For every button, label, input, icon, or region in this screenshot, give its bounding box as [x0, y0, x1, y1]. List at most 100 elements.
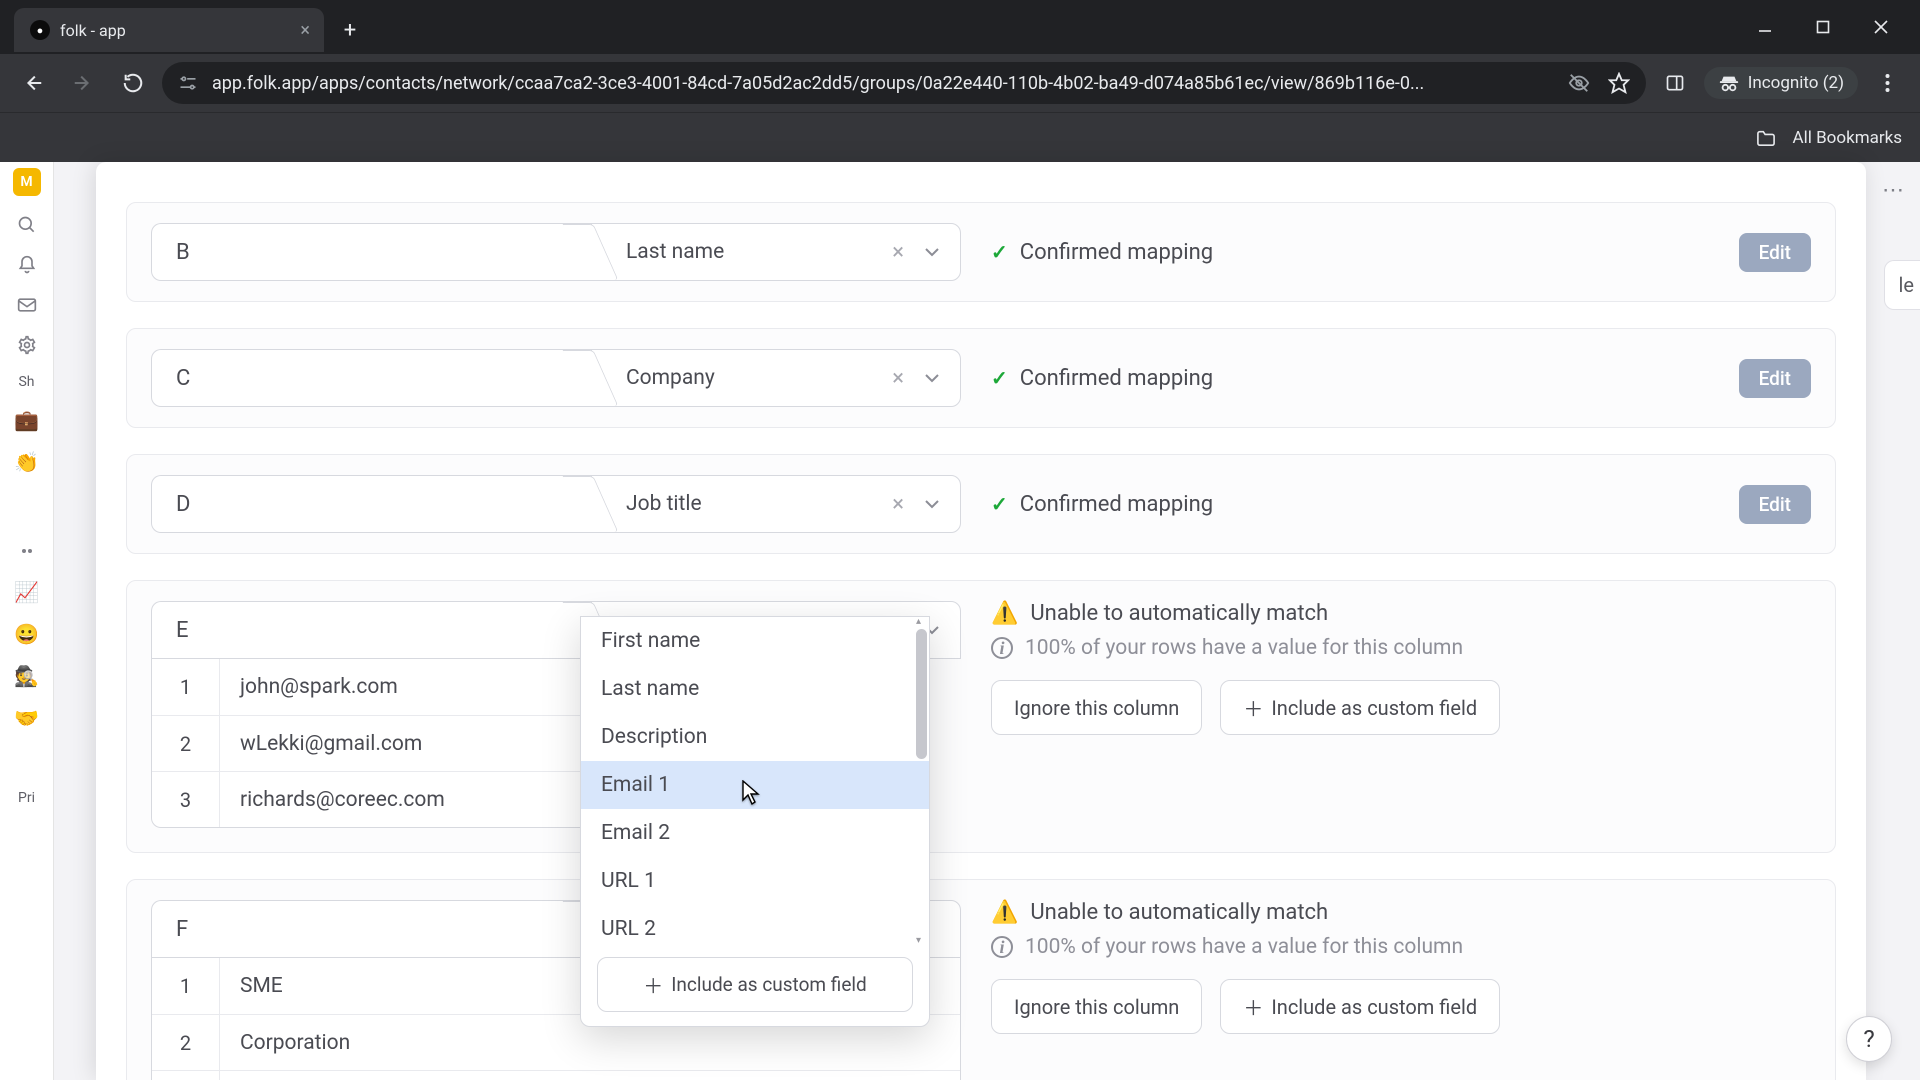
browser-tab[interactable]: ● folk - app × — [14, 8, 324, 52]
sidebar-item-emoji-1[interactable]: 💼 — [14, 408, 39, 432]
eye-off-icon[interactable] — [1568, 72, 1590, 94]
dropdown-scrollbar[interactable] — [916, 629, 927, 759]
dots-icon[interactable] — [16, 540, 38, 562]
site-settings-icon[interactable] — [178, 73, 198, 93]
chevron-down-icon[interactable] — [922, 373, 942, 383]
status-info: i 100% of your rows have a value for thi… — [991, 636, 1811, 660]
include-custom-field-button[interactable]: ＋Include as custom field — [1220, 979, 1500, 1034]
column-letter: F — [151, 900, 591, 958]
scroll-down-icon[interactable]: ▾ — [916, 935, 926, 945]
field-select[interactable]: Company × — [591, 349, 961, 407]
window-close-button[interactable] — [1852, 7, 1910, 47]
incognito-label: Incognito (2) — [1748, 73, 1844, 93]
warning-icon: ⚠️ — [991, 601, 1018, 626]
field-select[interactable]: Last name × — [591, 223, 961, 281]
bookmarks-folder-icon — [1755, 129, 1777, 147]
clear-icon[interactable]: × — [886, 240, 910, 265]
window-controls — [1736, 0, 1920, 54]
status-confirmed: ✓ Confirmed mapping — [991, 492, 1213, 517]
edit-button[interactable]: Edit — [1739, 233, 1811, 272]
preview-row: 2wLekki@gmail.com — [152, 715, 615, 771]
sidebar-section-private: Pri — [18, 790, 35, 806]
status-warning: ⚠️ Unable to automatically match — [991, 601, 1811, 626]
side-panel-icon[interactable] — [1654, 62, 1696, 104]
mapping-row-d: D Job title × ✓ Confirmed mapping Edit — [126, 454, 1836, 554]
sidebar-item-emoji-2[interactable]: 👏 — [14, 450, 39, 474]
tab-title: folk - app — [60, 21, 126, 40]
dropdown-option-last-name[interactable]: Last name — [581, 665, 929, 713]
dropdown-option-first-name[interactable]: First name — [581, 617, 929, 665]
forward-button[interactable] — [62, 62, 104, 104]
sidebar-item-emoji-4[interactable]: 😀 — [14, 622, 39, 646]
dropdown-option-url-1[interactable]: URL 1 — [581, 857, 929, 905]
help-button[interactable]: ? — [1846, 1016, 1892, 1062]
preview-row: 3richards@coreec.com — [152, 771, 615, 827]
sidebar-item-emoji-6[interactable]: 🤝 — [14, 706, 39, 730]
edit-button[interactable]: Edit — [1739, 359, 1811, 398]
plus-icon: ＋ — [1243, 693, 1263, 722]
window-minimize-button[interactable] — [1736, 7, 1794, 47]
check-icon: ✓ — [991, 366, 1008, 390]
workspace-avatar[interactable]: M — [13, 168, 41, 196]
incognito-badge[interactable]: Incognito (2) — [1704, 67, 1858, 99]
column-letter: E — [151, 601, 591, 659]
mapping-row-e: E Lookup matching fields 1john@spark.com… — [126, 580, 1836, 853]
search-icon[interactable] — [16, 214, 38, 236]
dropdown-option-email-1[interactable]: Email 1 — [581, 761, 929, 809]
back-button[interactable] — [12, 62, 54, 104]
preview-row: 1john@spark.com — [152, 659, 615, 715]
bookmark-star-icon[interactable] — [1608, 72, 1630, 94]
app-sidebar: M Sh 💼 👏 📈 😀 🕵️ 🤝 Pri — [0, 162, 54, 1080]
browser-toolbar: app.folk.app/apps/contacts/network/ccaa7… — [0, 54, 1920, 112]
settings-icon[interactable] — [16, 334, 38, 356]
column-letter: B — [151, 223, 591, 281]
info-icon: i — [991, 637, 1013, 659]
dropdown-option-description[interactable]: Description — [581, 713, 929, 761]
plus-icon: ＋ — [1243, 992, 1263, 1021]
sidebar-section-shared: Sh — [18, 374, 34, 390]
preview-row: 3Non-profit — [152, 1070, 960, 1080]
tab-close-icon[interactable]: × — [300, 20, 310, 41]
field-value: Last name — [626, 240, 724, 264]
status-warning: ⚠️ Unable to automatically match — [991, 900, 1811, 925]
field-value: Job title — [626, 492, 702, 516]
scroll-up-icon[interactable]: ▴ — [916, 617, 926, 626]
preview-table: 1john@spark.com 2wLekki@gmail.com 3richa… — [151, 659, 616, 828]
panel-menu-icon[interactable]: ⋯ — [1882, 178, 1906, 203]
edit-button[interactable]: Edit — [1739, 485, 1811, 524]
overflow-right-pill[interactable]: le — [1884, 260, 1920, 310]
window-maximize-button[interactable] — [1794, 7, 1852, 47]
address-bar[interactable]: app.folk.app/apps/contacts/network/ccaa7… — [162, 62, 1646, 104]
dropdown-option-email-2[interactable]: Email 2 — [581, 809, 929, 857]
reload-button[interactable] — [112, 62, 154, 104]
incognito-icon — [1718, 74, 1740, 92]
field-dropdown[interactable]: First name Last name Description Email 1… — [580, 616, 930, 1027]
include-custom-field-button[interactable]: ＋Include as custom field — [1220, 680, 1500, 735]
bell-icon[interactable] — [16, 254, 38, 276]
import-mapping-panel: B Last name × ✓ Confirmed mapping Edit C — [96, 162, 1866, 1080]
sidebar-item-emoji-5[interactable]: 🕵️ — [14, 664, 39, 688]
clear-icon[interactable]: × — [886, 492, 910, 517]
status-confirmed: ✓ Confirmed mapping — [991, 240, 1213, 265]
all-bookmarks-link[interactable]: All Bookmarks — [1793, 128, 1902, 148]
chevron-down-icon[interactable] — [922, 499, 942, 509]
mapping-row-c: C Company × ✓ Confirmed mapping Edit — [126, 328, 1836, 428]
url-text: app.folk.app/apps/contacts/network/ccaa7… — [212, 73, 1424, 94]
column-letter: C — [151, 349, 591, 407]
column-letter: D — [151, 475, 591, 533]
browser-titlebar: ● folk - app × + — [0, 0, 1920, 54]
ignore-column-button[interactable]: Ignore this column — [991, 680, 1202, 735]
sidebar-item-emoji-3[interactable]: 📈 — [14, 580, 39, 604]
new-tab-button[interactable]: + — [332, 12, 368, 48]
clear-icon[interactable]: × — [886, 366, 910, 391]
dropdown-option-url-2[interactable]: URL 2 — [581, 905, 929, 947]
chevron-down-icon[interactable] — [922, 247, 942, 257]
mail-icon[interactable] — [16, 294, 38, 316]
ignore-column-button[interactable]: Ignore this column — [991, 979, 1202, 1034]
bookmarks-bar: All Bookmarks — [0, 112, 1920, 162]
browser-menu-button[interactable] — [1866, 62, 1908, 104]
plus-icon: ＋ — [643, 970, 663, 999]
field-select[interactable]: Job title × — [591, 475, 961, 533]
dropdown-include-custom-button[interactable]: ＋Include as custom field — [597, 957, 913, 1012]
check-icon: ✓ — [991, 492, 1008, 516]
